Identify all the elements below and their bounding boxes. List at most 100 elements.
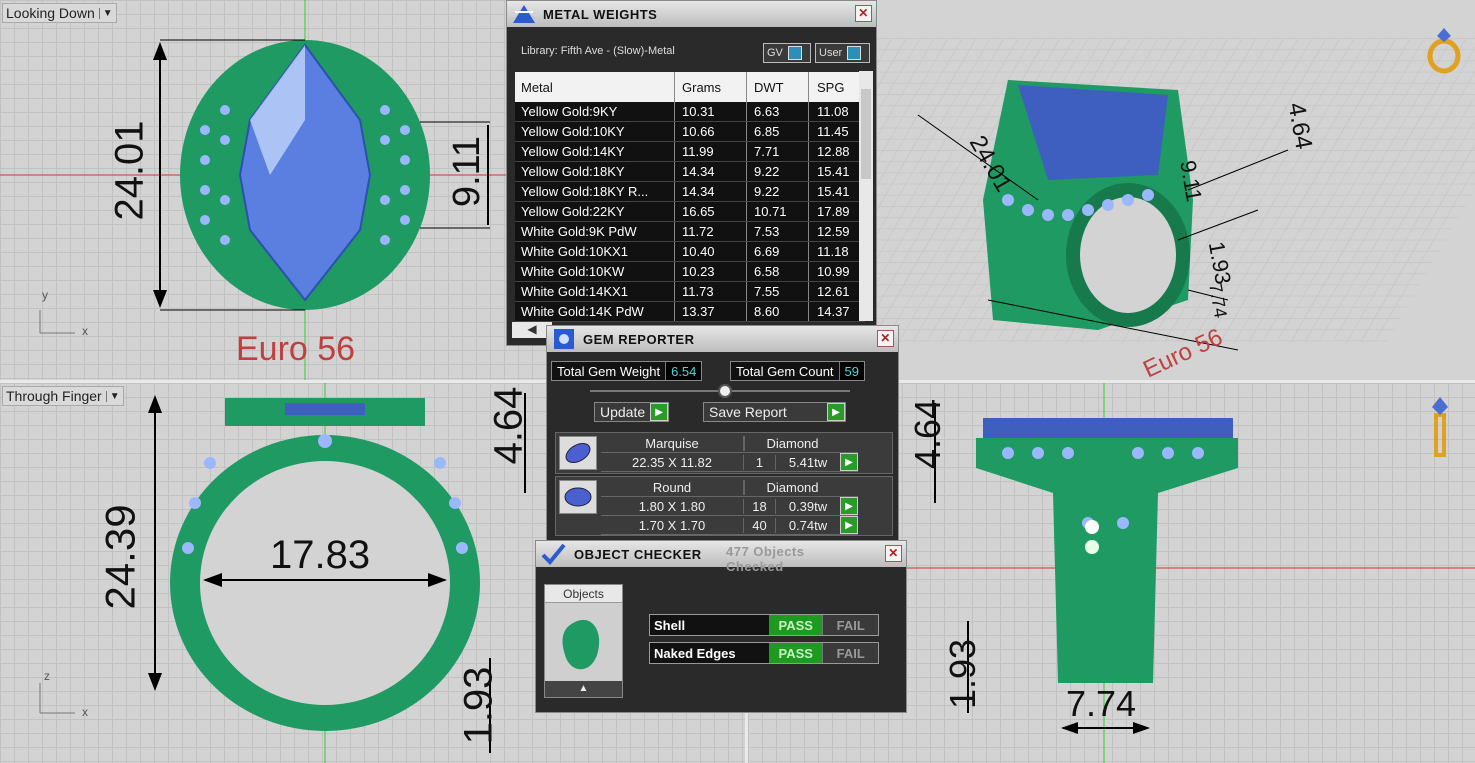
metal-table-vertical-scrollbar[interactable] (859, 71, 873, 321)
axis-x-label: x (82, 705, 88, 719)
gem-type: Diamond (744, 479, 840, 495)
spg-value: 10.99 (817, 264, 850, 279)
close-icon[interactable]: ✕ (885, 545, 902, 562)
dwt-value: 9.22 (747, 162, 809, 181)
play-arrow-icon[interactable]: ▶ (840, 516, 858, 534)
gem-size: 1.70 X 1.70 (601, 517, 744, 533)
table-row[interactable]: White Gold:10KX1 10.40 6.69 11.18 (515, 242, 865, 262)
metal-name: Yellow Gold:9KY (515, 102, 675, 121)
table-row[interactable]: Yellow Gold:9KY 10.31 6.63 11.08 (515, 102, 865, 122)
grams-value: 10.40 (675, 242, 747, 261)
check-name: Shell (654, 617, 686, 633)
check-fail[interactable]: FAIL (822, 615, 878, 635)
table-row[interactable]: Yellow Gold:10KY 10.66 6.85 11.45 (515, 122, 865, 142)
table-row[interactable]: White Gold:10KW 10.23 6.58 10.99 (515, 262, 865, 282)
toggle-user[interactable]: User (815, 43, 870, 63)
dwt-value: 6.69 (747, 242, 809, 261)
table-row[interactable]: Yellow Gold:14KY 11.99 7.71 12.88 (515, 142, 865, 162)
table-row[interactable]: Yellow Gold:18KY R... 14.34 9.22 15.41 (515, 182, 865, 202)
dimension-top-height: 4.64 (907, 398, 949, 470)
metal-name: White Gold:10KX1 (515, 242, 675, 261)
check-fail[interactable]: FAIL (822, 643, 878, 663)
close-icon[interactable]: ✕ (855, 5, 872, 22)
dwt-value: 6.63 (747, 102, 809, 121)
dimension-height: 24.01 (107, 120, 152, 221)
gem-group-round: Round Diamond 1.80 X 1.80 18 0.39tw ▶ 1.70 X… (555, 476, 893, 536)
dwt-value: 8.60 (747, 302, 809, 321)
grams-value: 10.66 (675, 122, 747, 141)
total-gem-count-label: Total Gem Count (736, 363, 834, 379)
gem-reporter-title-bar[interactable]: GEM REPORTER ✕ (547, 326, 898, 352)
total-gem-weight: Total Gem Weight 6.54 (551, 361, 703, 381)
grams-value: 11.73 (675, 282, 747, 301)
dimension-side: 9.11 (446, 135, 489, 208)
gem-shape: Marquise (601, 435, 744, 451)
check-pass[interactable]: PASS (768, 643, 823, 663)
viewport-label-through-finger[interactable]: Through Finger ▼ (2, 386, 124, 406)
gem-size: 22.35 X 11.82 (601, 454, 744, 470)
scrollbar-thumb[interactable] (861, 89, 871, 179)
dimension-shank-thickness: 1.93 (942, 638, 984, 710)
ring-icon[interactable] (1424, 24, 1464, 74)
dimension-overall-height: 24.39 (96, 504, 144, 610)
update-button[interactable]: Update ▶ (594, 402, 670, 422)
gem-reporter-title: GEM REPORTER (583, 331, 695, 347)
metal-name: Yellow Gold:22KY (515, 202, 675, 221)
grams-value: 13.37 (675, 302, 747, 321)
objects-list[interactable]: Objects ▲ (544, 584, 623, 698)
marquise-gem-icon (559, 436, 597, 470)
table-row[interactable]: Yellow Gold:22KY 16.65 10.71 17.89 (515, 202, 865, 222)
metal-name: Yellow Gold:14KY (515, 142, 675, 161)
scroll-up-icon[interactable]: ▲ (545, 681, 622, 697)
viewport-label-text: Through Finger (6, 388, 102, 404)
column-header-metal[interactable]: Metal (515, 72, 675, 102)
gem-size: 1.80 X 1.80 (601, 498, 744, 514)
grams-value: 10.23 (675, 262, 747, 281)
object-checker-title-bar[interactable]: OBJECT CHECKER 477 Objects Checked ✕ (536, 541, 906, 574)
table-row[interactable]: Yellow Gold:18KY 14.34 9.22 15.41 (515, 162, 865, 182)
table-row[interactable]: White Gold:9K PdW 11.72 7.53 12.59 (515, 222, 865, 242)
save-report-button[interactable]: Save Report ▶ (703, 402, 846, 422)
total-gem-count: Total Gem Count 59 (730, 361, 866, 381)
play-arrow-icon[interactable]: ▶ (840, 453, 858, 471)
table-row[interactable]: White Gold:14K PdW 13.37 8.60 14.37 (515, 302, 865, 322)
metal-weights-title: METAL WEIGHTS (543, 6, 658, 22)
axis-x-label: x (82, 324, 88, 338)
svg-text:Euro 56: Euro 56 (1139, 323, 1227, 380)
ring-side-icon[interactable] (1428, 395, 1452, 459)
play-arrow-icon: ▶ (650, 403, 669, 421)
scale-icon (513, 5, 535, 23)
gem-count: 18 (744, 498, 776, 514)
metal-name: Yellow Gold:18KY (515, 162, 675, 181)
metal-weights-title-bar[interactable]: METAL WEIGHTS ✕ (507, 1, 876, 27)
gem-count: 40 (744, 517, 776, 533)
toggle-user-label: User (819, 47, 843, 59)
gem-report-icon (554, 329, 574, 349)
dimension-bottom-thickness: 1.93 (456, 666, 501, 745)
viewport-label-looking-down[interactable]: Looking Down ▼ (2, 3, 117, 23)
gem-weight: 0.74tw (788, 517, 828, 533)
close-icon[interactable]: ✕ (877, 330, 894, 347)
toggle-switch-icon (787, 46, 802, 60)
spg-value: 15.41 (817, 184, 850, 199)
check-pass[interactable]: PASS (768, 615, 823, 635)
table-row[interactable]: White Gold:14KX1 11.73 7.55 12.61 (515, 282, 865, 302)
objects-checked-count: 477 Objects Checked (726, 544, 805, 574)
chevron-down-icon[interactable]: ▼ (105, 390, 120, 402)
chevron-down-icon[interactable]: ▼ (98, 7, 113, 19)
toggle-gv[interactable]: GV (763, 43, 811, 63)
round-gem-icon (559, 480, 597, 514)
metal-name: White Gold:9K PdW (515, 222, 675, 241)
dwt-value: 7.55 (747, 282, 809, 301)
column-header-grams[interactable]: Grams (675, 72, 747, 102)
gem-reporter-panel: GEM REPORTER ✕ Total Gem Weight 6.54 Tot… (546, 325, 899, 547)
toggle-switch-icon (847, 46, 862, 60)
check-name: Naked Edges (654, 645, 736, 661)
gem-slider-handle[interactable] (718, 384, 732, 398)
column-header-dwt[interactable]: DWT (747, 72, 809, 102)
dwt-value: 7.53 (747, 222, 809, 241)
play-arrow-icon[interactable]: ▶ (840, 497, 858, 515)
dimension-inner-diameter: 17.83 (270, 533, 371, 577)
metal-name: White Gold:14K PdW (515, 302, 675, 321)
column-header-spg[interactable]: SPG (809, 72, 865, 102)
